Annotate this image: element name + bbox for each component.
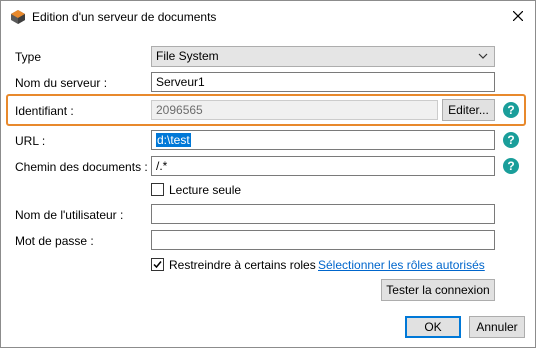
readonly-label: Lecture seule <box>169 183 242 197</box>
server-name-field[interactable]: Serveur1 <box>151 72 495 92</box>
type-label: Type <box>15 50 42 64</box>
url-field[interactable]: d:\test <box>151 130 495 150</box>
title-bar: Edition d'un serveur de documents <box>1 1 535 33</box>
username-field[interactable] <box>151 204 495 224</box>
doc-path-help-icon[interactable]: ? <box>503 158 519 174</box>
app-icon <box>11 10 25 24</box>
username-label: Nom de l'utilisateur : <box>15 208 124 222</box>
type-select[interactable]: File System <box>151 46 495 67</box>
identifier-label: Identifiant : <box>15 104 74 118</box>
checkmark-icon <box>153 261 162 269</box>
url-label: URL : <box>15 134 46 148</box>
url-selected-text: d:\test <box>156 133 191 147</box>
identifier-field: 2096565 <box>151 100 438 120</box>
doc-path-label: Chemin des documents : <box>15 160 148 174</box>
dialog-window: Edition d'un serveur de documents Type F… <box>0 0 536 348</box>
restrict-roles-checkbox[interactable] <box>151 258 164 271</box>
select-roles-link[interactable]: Sélectionner les rôles autorisés <box>318 258 485 272</box>
restrict-roles-label: Restreindre à certains roles <box>169 258 316 272</box>
identifier-help-icon[interactable]: ? <box>503 102 519 118</box>
close-icon <box>513 11 523 21</box>
test-connection-button[interactable]: Tester la connexion <box>381 279 495 301</box>
type-select-value: File System <box>156 49 219 63</box>
server-name-label: Nom du serveur : <box>15 76 108 90</box>
password-field[interactable] <box>151 230 495 250</box>
edit-identifier-button[interactable]: Editer... <box>442 99 495 121</box>
doc-path-field[interactable]: /.* <box>151 156 495 176</box>
readonly-checkbox[interactable] <box>151 183 164 196</box>
chevron-down-icon <box>478 53 488 59</box>
ok-button[interactable]: OK <box>405 316 461 338</box>
window-title: Edition d'un serveur de documents <box>32 10 217 24</box>
url-help-icon[interactable]: ? <box>503 132 519 148</box>
cancel-button[interactable]: Annuler <box>469 316 525 338</box>
password-label: Mot de passe : <box>15 234 94 248</box>
close-button[interactable] <box>501 1 535 31</box>
